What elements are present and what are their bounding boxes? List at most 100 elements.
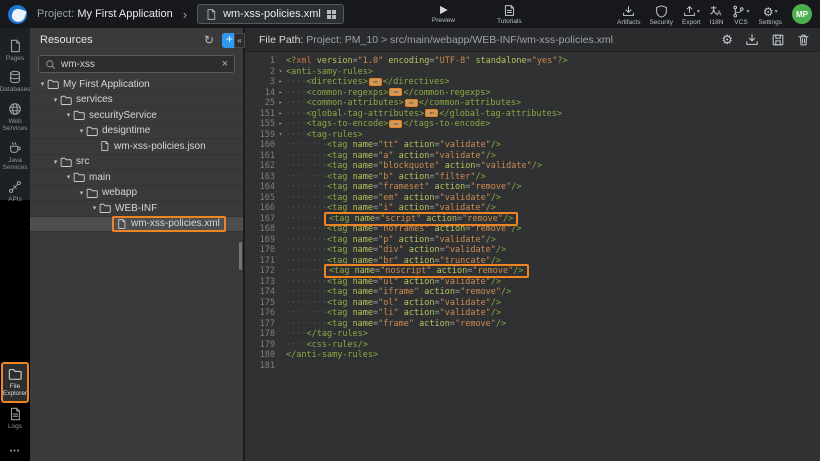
expand-arrow-icon[interactable]: ▾ bbox=[51, 96, 60, 104]
fold-gutter bbox=[275, 224, 286, 235]
fold-toggle-icon[interactable]: ▸ bbox=[275, 109, 286, 120]
expand-arrow-icon[interactable]: ▾ bbox=[64, 111, 73, 119]
expand-arrow-icon[interactable]: ▾ bbox=[90, 204, 99, 212]
tree-folder-row[interactable]: ▾webapp bbox=[30, 186, 243, 202]
folded-code-icon[interactable]: ⋯ bbox=[389, 120, 402, 128]
editor-download-icon[interactable] bbox=[745, 33, 759, 47]
settings-button[interactable]: ⚙▾Settings bbox=[759, 5, 783, 26]
sidebar-item-apis[interactable]: APIs bbox=[0, 176, 30, 207]
sidebar-item-web-services[interactable]: WebServices bbox=[0, 98, 30, 137]
editor-settings-gear-icon[interactable]: ⚙ bbox=[721, 33, 733, 47]
sidebar-item-java-services[interactable]: JavaServices bbox=[0, 137, 30, 176]
tree-folder-row[interactable]: ▾services bbox=[30, 93, 243, 109]
code-line[interactable]: 176········<tag name="li" action="valida… bbox=[245, 308, 820, 319]
code-line[interactable]: 180</anti-samy-rules> bbox=[245, 350, 820, 361]
fold-toggle-icon[interactable]: ▸ bbox=[275, 88, 286, 99]
code-line[interactable]: 1<?xml version="1.0" encoding="UTF-8" st… bbox=[245, 56, 820, 67]
sidebar-item-pages[interactable]: Pages bbox=[0, 35, 30, 66]
code-line[interactable]: 25▸····<common-attributes>⋯</common-attr… bbox=[245, 98, 820, 109]
code-line[interactable]: 164········<tag name="frameset" action="… bbox=[245, 182, 820, 193]
project-name[interactable]: My First Application bbox=[77, 8, 172, 20]
code-line[interactable]: 175········<tag name="ol" action="valida… bbox=[245, 298, 820, 309]
clear-search-icon[interactable]: × bbox=[222, 58, 228, 70]
tree-folder-row[interactable]: ▾designtime bbox=[30, 124, 243, 140]
refresh-icon[interactable]: ↻ bbox=[204, 33, 214, 47]
code-content[interactable]: 1<?xml version="1.0" encoding="UTF-8" st… bbox=[245, 52, 820, 371]
code-line[interactable]: 169········<tag name="p" action="validat… bbox=[245, 235, 820, 246]
code-line[interactable]: 155▸····<tags-to-encode>⋯</tags-to-encod… bbox=[245, 119, 820, 130]
resources-title: Resources bbox=[40, 34, 204, 46]
code-line[interactable]: 167········<tag name="script" action="re… bbox=[245, 214, 820, 225]
expand-arrow-icon[interactable]: ▾ bbox=[77, 189, 86, 197]
code-line[interactable]: 168········<tag name="noframes" action="… bbox=[245, 224, 820, 235]
code-line[interactable]: 178····</tag-rules> bbox=[245, 329, 820, 340]
expand-arrow-icon[interactable]: ▾ bbox=[38, 80, 47, 88]
fold-gutter bbox=[275, 277, 286, 288]
code-line[interactable]: 3▸····<directives>⋯</directives> bbox=[245, 77, 820, 88]
tree-folder-row[interactable]: ▾main bbox=[30, 170, 243, 186]
sidebar-item-file-explorer[interactable]: FileExplorer bbox=[1, 362, 29, 403]
security-button[interactable]: Security bbox=[649, 5, 672, 26]
code-line[interactable]: 170········<tag name="div" action="valid… bbox=[245, 245, 820, 256]
sidebar-item-databases[interactable]: Databases bbox=[0, 66, 30, 97]
folded-code-icon[interactable]: ⋯ bbox=[405, 99, 418, 107]
fold-toggle-icon[interactable]: ▾ bbox=[275, 130, 286, 141]
code-line[interactable]: 163········<tag name="b" action="filter"… bbox=[245, 172, 820, 183]
preview-button[interactable]: Preview bbox=[432, 4, 455, 24]
top-bar: Project: My First Application › wm-xss-p… bbox=[0, 0, 820, 28]
line-number: 181 bbox=[245, 361, 275, 372]
search-input[interactable] bbox=[61, 59, 217, 70]
expand-arrow-icon[interactable]: ▾ bbox=[77, 127, 86, 135]
vcs-button[interactable]: ▾VCS bbox=[732, 5, 749, 26]
code-line[interactable]: 179····<css-rules/> bbox=[245, 340, 820, 351]
code-line[interactable]: 177········<tag name="frame" action="rem… bbox=[245, 319, 820, 330]
code-line[interactable]: 173········<tag name="ul" action="valida… bbox=[245, 277, 820, 288]
tree-folder-row[interactable]: ▾src bbox=[30, 155, 243, 171]
code-line[interactable]: 161········<tag name="a" action="validat… bbox=[245, 151, 820, 162]
line-number: 161 bbox=[245, 151, 275, 162]
more-options-button[interactable]: ••• bbox=[0, 448, 30, 455]
line-number: 159 bbox=[245, 130, 275, 141]
fold-toggle-icon[interactable]: ▾ bbox=[275, 67, 286, 78]
grid-icon[interactable] bbox=[327, 10, 336, 19]
code-line[interactable]: 160········<tag name="tt" action="valida… bbox=[245, 140, 820, 151]
code-line[interactable]: 159▾····<tag-rules> bbox=[245, 130, 820, 141]
tree-folder-row[interactable]: ▾My First Application bbox=[30, 77, 243, 93]
expand-arrow-icon[interactable]: ▾ bbox=[64, 173, 73, 181]
export-button[interactable]: ▾Export bbox=[682, 5, 701, 26]
play-icon bbox=[438, 4, 449, 16]
folded-code-icon[interactable]: ⋯ bbox=[369, 78, 382, 86]
folded-code-icon[interactable]: ⋯ bbox=[389, 88, 402, 96]
code-line[interactable]: 2▾<anti-samy-rules> bbox=[245, 67, 820, 78]
expand-arrow-icon[interactable]: ▾ bbox=[51, 158, 60, 166]
tree-folder-row[interactable]: ▾WEB-INF bbox=[30, 201, 243, 217]
user-avatar[interactable]: MP bbox=[792, 4, 812, 24]
folded-code-icon[interactable]: ⋯ bbox=[425, 109, 438, 117]
i18n-button[interactable]: AI18N bbox=[710, 5, 724, 26]
tree-file-row[interactable]: wm-xss-policies.xml bbox=[30, 217, 243, 233]
tree-file-row[interactable]: wm-xss-policies.json bbox=[30, 139, 243, 155]
app-logo-icon[interactable] bbox=[8, 5, 27, 24]
file-tab[interactable]: wm-xss-policies.xml bbox=[197, 4, 344, 24]
artifacts-button[interactable]: Artifacts bbox=[617, 5, 640, 26]
code-line[interactable]: 174········<tag name="iframe" action="re… bbox=[245, 287, 820, 298]
tree-folder-row[interactable]: ▾securityService bbox=[30, 108, 243, 124]
panel-scrollbar[interactable] bbox=[239, 242, 242, 270]
fold-toggle-icon[interactable]: ▸ bbox=[275, 98, 286, 109]
line-number: 160 bbox=[245, 140, 275, 151]
editor-delete-icon[interactable] bbox=[797, 33, 810, 47]
fold-toggle-icon[interactable]: ▸ bbox=[275, 77, 286, 88]
code-line[interactable]: 172········<tag name="noscript" action="… bbox=[245, 266, 820, 277]
editor-save-icon[interactable] bbox=[771, 33, 785, 47]
fold-toggle-icon[interactable]: ▸ bbox=[275, 119, 286, 130]
code-line[interactable]: 181 bbox=[245, 361, 820, 372]
code-line[interactable]: 151▸····<global-tag-attributes>⋯</global… bbox=[245, 109, 820, 120]
code-line[interactable]: 162········<tag name="blockquote" action… bbox=[245, 161, 820, 172]
folder-icon bbox=[60, 94, 72, 106]
code-line[interactable]: 14▸····<common-regexps>⋯</common-regexps… bbox=[245, 88, 820, 99]
collapse-panel-button[interactable]: « bbox=[234, 33, 245, 48]
folder-icon bbox=[86, 125, 98, 137]
sidebar-item-logs[interactable]: Logs bbox=[0, 403, 30, 434]
tutorials-button[interactable]: Tutorials bbox=[497, 4, 522, 25]
code-line[interactable]: 165········<tag name="em" action="valida… bbox=[245, 193, 820, 204]
